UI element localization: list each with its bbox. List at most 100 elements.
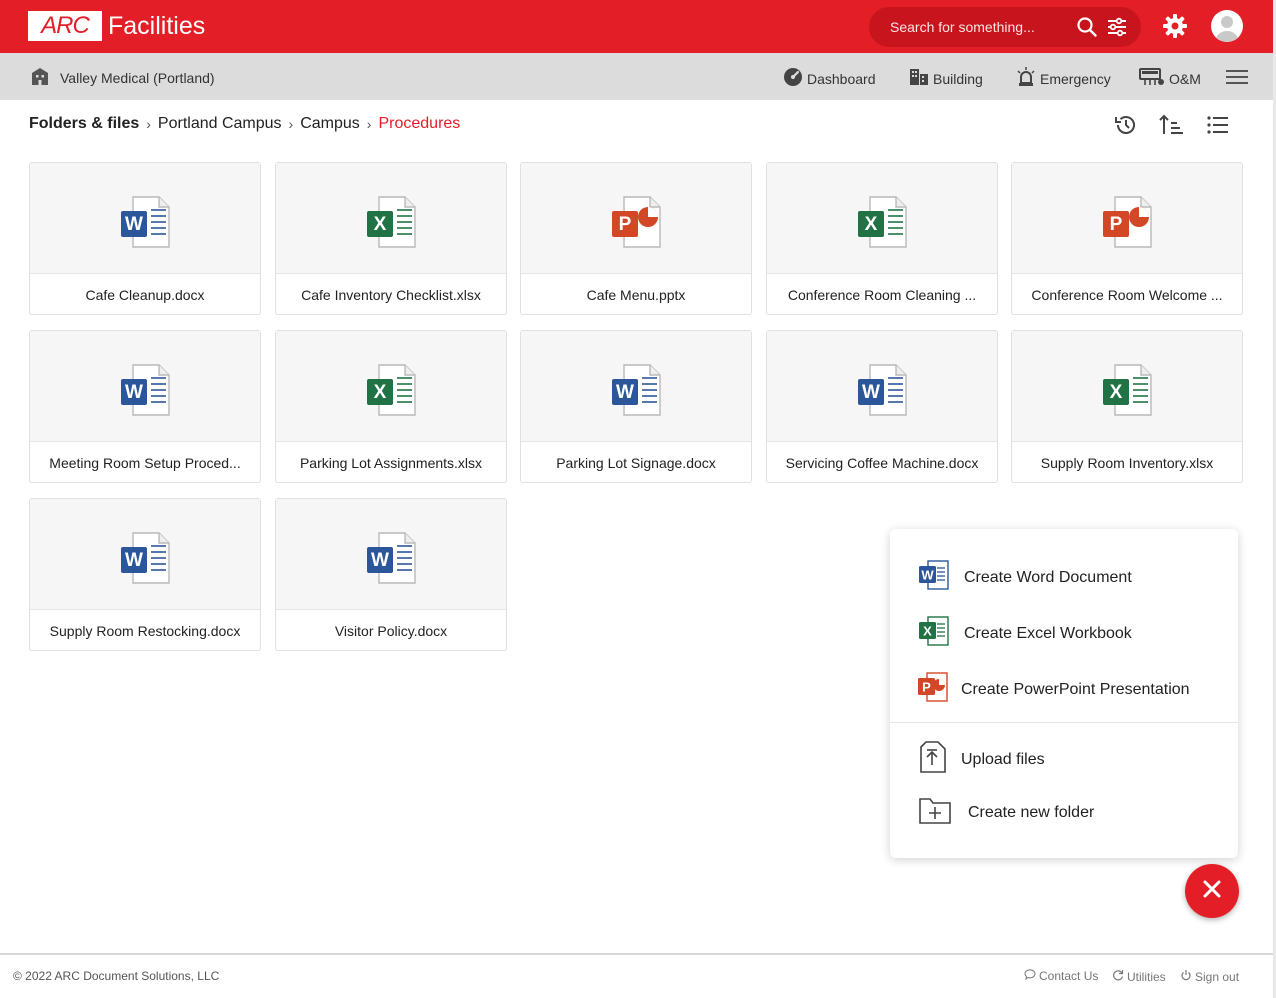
upload-files-item[interactable]: Upload files xyxy=(918,741,1045,778)
file-name: Cafe Menu.pptx xyxy=(586,287,686,303)
file-tile[interactable]: W Servicing Coffee Machine.docx xyxy=(766,330,998,483)
menu-divider xyxy=(890,722,1238,723)
breadcrumb-item[interactable]: Campus xyxy=(300,115,360,133)
chevron-right-icon: › xyxy=(288,116,294,132)
search-icon[interactable] xyxy=(1076,16,1098,43)
file-tile[interactable]: P Cafe Menu.pptx xyxy=(520,162,752,315)
nav-o-and-m[interactable]: O&M xyxy=(1139,67,1201,90)
new-folder-icon xyxy=(918,795,952,830)
file-name: Supply Room Inventory.xlsx xyxy=(1040,455,1214,471)
sign-out-label: Sign out xyxy=(1195,969,1240,984)
breadcrumb-root[interactable]: Folders & files xyxy=(29,115,139,133)
site-selector[interactable]: Valley Medical (Portland) xyxy=(30,67,215,88)
upload-file-icon xyxy=(918,741,946,778)
create-folder-item[interactable]: Create new folder xyxy=(918,795,1094,830)
nav-emergency[interactable]: Emergency xyxy=(1016,67,1111,90)
file-tile[interactable]: W Cafe Cleanup.docx xyxy=(29,162,261,315)
word-icon: W xyxy=(918,560,950,595)
svg-text:P: P xyxy=(922,680,931,695)
contact-us-link[interactable]: Contact Us xyxy=(1024,969,1098,983)
file-thumbnail: W xyxy=(276,499,506,610)
file-name: Servicing Coffee Machine.docx xyxy=(785,455,979,471)
svg-text:W: W xyxy=(862,382,880,403)
file-name: Cafe Inventory Checklist.xlsx xyxy=(301,287,481,303)
excel-file-icon: X xyxy=(363,362,419,423)
create-powerpoint-item[interactable]: P Create PowerPoint Presentation xyxy=(917,672,1190,707)
svg-text:P: P xyxy=(619,214,632,235)
app-title: Facilities xyxy=(108,11,206,40)
file-thumbnail: X xyxy=(276,331,506,442)
create-powerpoint-label: Create PowerPoint Presentation xyxy=(961,680,1190,698)
arc-logo: ARC xyxy=(28,11,102,41)
search-input[interactable] xyxy=(890,19,1060,35)
user-avatar[interactable] xyxy=(1211,10,1243,42)
top-bar: ARC Facilities xyxy=(0,0,1276,53)
file-tile[interactable]: W Meeting Room Setup Proced... xyxy=(29,330,261,483)
svg-text:X: X xyxy=(923,624,932,639)
speedometer-icon xyxy=(783,67,803,90)
breadcrumb-item[interactable]: Portland Campus xyxy=(158,115,282,133)
file-tile[interactable]: X Parking Lot Assignments.xlsx xyxy=(275,330,507,483)
utilities-label: Utilities xyxy=(1127,969,1166,984)
file-tile[interactable]: X Conference Room Cleaning ... xyxy=(766,162,998,315)
word-file-icon: W xyxy=(117,530,173,591)
svg-text:X: X xyxy=(1110,382,1123,403)
nav-dashboard[interactable]: Dashboard xyxy=(783,67,876,90)
file-name: Parking Lot Assignments.xlsx xyxy=(299,455,483,471)
nav-label: Dashboard xyxy=(807,70,876,87)
utilities-link[interactable]: Utilities xyxy=(1112,969,1166,984)
sort-ascending-icon[interactable] xyxy=(1159,113,1185,142)
close-menu-button[interactable] xyxy=(1185,864,1239,918)
list-view-icon[interactable] xyxy=(1206,113,1230,142)
filter-sliders-icon[interactable] xyxy=(1106,16,1128,43)
create-word-label: Create Word Document xyxy=(964,568,1132,586)
file-tile[interactable]: W Visitor Policy.docx xyxy=(275,498,507,651)
create-excel-item[interactable]: X Create Excel Workbook xyxy=(918,616,1132,651)
upload-files-label: Upload files xyxy=(961,750,1045,768)
file-thumbnail: W xyxy=(30,331,260,442)
refresh-icon xyxy=(1112,969,1124,984)
svg-text:W: W xyxy=(921,568,934,583)
sign-out-link[interactable]: Sign out xyxy=(1180,969,1239,984)
word-file-icon: W xyxy=(117,362,173,423)
svg-text:W: W xyxy=(371,550,389,571)
site-name: Valley Medical (Portland) xyxy=(60,69,215,86)
file-thumbnail: W xyxy=(30,163,260,274)
file-name: Conference Room Welcome ... xyxy=(1031,287,1223,303)
settings-gear-icon[interactable] xyxy=(1162,13,1188,44)
svg-text:W: W xyxy=(125,382,143,403)
equipment-icon xyxy=(1139,67,1165,90)
history-icon[interactable] xyxy=(1114,113,1138,142)
file-tile[interactable]: W Supply Room Restocking.docx xyxy=(29,498,261,651)
file-tile[interactable]: X Cafe Inventory Checklist.xlsx xyxy=(275,162,507,315)
chevron-right-icon: › xyxy=(146,116,151,132)
svg-text:X: X xyxy=(865,214,878,235)
file-name: Meeting Room Setup Proced... xyxy=(49,455,241,471)
word-file-icon: W xyxy=(117,194,173,255)
app-logo[interactable]: ARC Facilities xyxy=(28,11,205,41)
file-tile[interactable]: W Parking Lot Signage.docx xyxy=(520,330,752,483)
file-name: Visitor Policy.docx xyxy=(334,623,448,639)
file-tile[interactable]: P Conference Room Welcome ... xyxy=(1011,162,1243,315)
create-menu: W Create Word Document X Create Excel Wo… xyxy=(890,529,1238,858)
excel-file-icon: X xyxy=(1099,362,1155,423)
file-name: Supply Room Restocking.docx xyxy=(49,623,241,639)
powerpoint-file-icon: P xyxy=(608,194,664,255)
file-thumbnail: P xyxy=(1012,163,1242,274)
breadcrumb: Folders & files › Portland Campus › Camp… xyxy=(29,115,460,133)
excel-file-icon: X xyxy=(854,194,910,255)
excel-icon: X xyxy=(918,616,950,651)
sub-nav-bar: Valley Medical (Portland) Dashboard Buil… xyxy=(0,53,1276,100)
svg-text:X: X xyxy=(374,382,387,403)
file-tile[interactable]: X Supply Room Inventory.xlsx xyxy=(1011,330,1243,483)
file-thumbnail: P xyxy=(521,163,751,274)
word-file-icon: W xyxy=(854,362,910,423)
breadcrumb-current: Procedures xyxy=(378,115,461,132)
chat-bubble-icon xyxy=(1024,969,1036,983)
nav-building[interactable]: Building xyxy=(909,67,983,90)
file-thumbnail: W xyxy=(521,331,751,442)
create-word-item[interactable]: W Create Word Document xyxy=(918,560,1132,595)
hamburger-menu-icon[interactable] xyxy=(1226,69,1248,90)
create-folder-label: Create new folder xyxy=(968,803,1095,821)
svg-text:X: X xyxy=(374,214,387,235)
